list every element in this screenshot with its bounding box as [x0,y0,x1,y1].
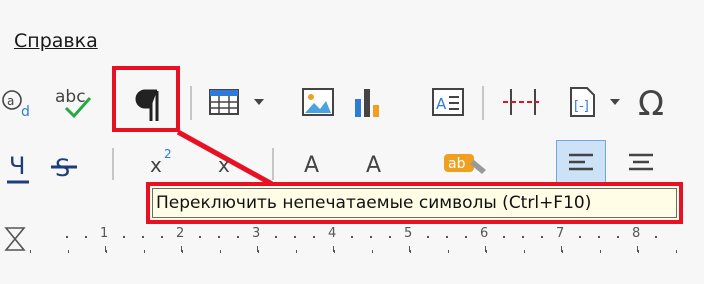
ruler-minor-tick [486,250,487,253]
ruler-dot [655,236,657,238]
ruler-dot [503,236,505,238]
ruler-dot [370,236,372,238]
separator [272,148,274,180]
superscript-button[interactable]: x 2 [142,140,182,180]
ruler-dot [294,236,296,238]
ruler-minor-tick [296,250,297,253]
ruler-dot [351,236,353,238]
svg-text:ab: ab [448,156,466,172]
ruler-dot [199,236,201,238]
strikethrough-button[interactable]: S [46,144,82,188]
ruler-number: 2 [176,226,185,241]
svg-text:x: x [218,153,230,177]
superscript-icon: x 2 [150,147,172,177]
ruler-dot [522,236,524,238]
separator [112,148,114,180]
ruler-dot [237,236,239,238]
ruler-dot [313,236,315,238]
ruler-minor-tick [410,250,411,253]
underline-button[interactable]: Ч [2,144,38,188]
ruler-number: 3 [252,226,261,241]
ruler-dot [541,236,543,238]
ruler-number: 1 [100,226,109,241]
ruler-minor-tick [30,250,31,253]
svg-text:2: 2 [164,147,172,161]
tooltip-text: Переключить непечатаемые символы (Ctrl+F… [156,193,592,213]
ruler-dot [218,236,220,238]
ruler-number: 5 [404,226,413,241]
align-center-icon [629,153,653,171]
ruler-minor-tick [638,250,639,253]
ruler-dot [85,236,87,238]
highlight-color-button[interactable]: ab [440,142,496,182]
svg-text:x: x [150,153,162,177]
horizontal-ruler: 1 2 3 4 5 6 7 8 [0,224,704,264]
ruler-minor-tick [448,250,449,253]
ruler-minor-tick [106,250,107,253]
ruler-minor-tick [182,250,183,253]
align-center-button[interactable] [616,140,666,184]
ruler-dot [389,236,391,238]
ruler-dot [446,236,448,238]
ruler-minor-tick [258,250,259,253]
ruler-number: 4 [328,226,337,241]
ruler-minor-tick [334,250,335,253]
ruler-minor-tick [144,250,145,253]
ruler-number: 7 [556,226,565,241]
svg-text:A: A [304,153,319,178]
svg-text:Ч: Ч [9,152,25,180]
ruler-dot [123,236,125,238]
ruler-dot [275,236,277,238]
font-color-button[interactable]: A [292,142,336,182]
ruler-dot [142,236,144,238]
ruler-minor-tick [676,250,677,253]
font-effect-icon: A [366,153,381,178]
font-color-icon: A [304,153,319,178]
align-left-icon [569,153,593,171]
highlight-color-icon: ab [444,154,486,174]
ruler-dot [579,236,581,238]
align-left-button[interactable] [556,140,606,184]
subscript-icon: x [218,153,230,177]
ruler-dot [161,236,163,238]
svg-text:A: A [366,153,381,178]
ruler-dot [66,236,68,238]
ruler-minor-tick [220,250,221,253]
subscript-button[interactable]: x [210,144,250,184]
ruler-minor-tick [600,250,601,253]
ruler-minor-tick [562,250,563,253]
ruler-dot [465,236,467,238]
ruler-minor-tick [372,250,373,253]
ruler-dot [427,236,429,238]
tooltip: Переключить непечатаемые символы (Ctrl+F… [146,182,683,224]
char-shadow-button[interactable]: A [354,142,398,182]
ruler-minor-tick [524,250,525,253]
underline-icon: Ч [7,152,29,184]
strikethrough-icon: S [51,154,77,182]
ruler-dot [598,236,600,238]
ruler-minor-tick [68,250,69,253]
ruler-dot [617,236,619,238]
tab-stop-icon[interactable] [4,226,26,252]
ruler-number: 8 [632,226,641,241]
ruler-number: 6 [480,226,489,241]
